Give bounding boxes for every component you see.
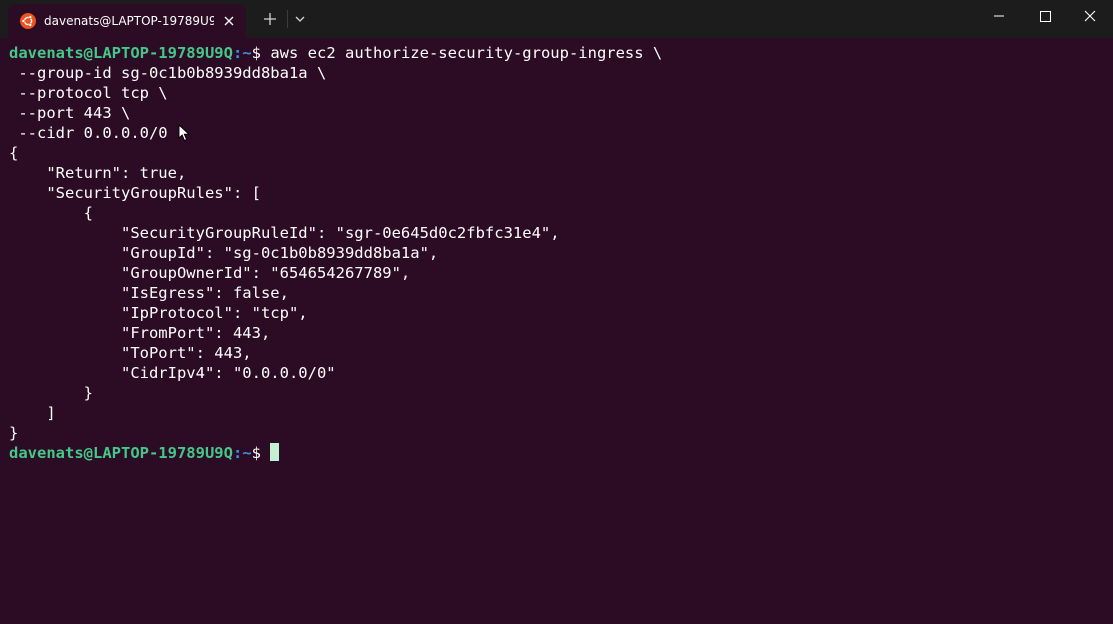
continuation-line: --cidr 0.0.0.0/0 bbox=[9, 124, 168, 142]
output-line: } bbox=[9, 384, 93, 402]
maximize-icon[interactable] bbox=[1022, 0, 1068, 32]
prompt-symbol: $ bbox=[251, 44, 261, 62]
output-line: ] bbox=[9, 404, 56, 422]
command-text: aws ec2 authorize-security-group-ingress… bbox=[270, 44, 663, 62]
output-line: { bbox=[9, 204, 93, 222]
chevron-down-icon[interactable] bbox=[288, 7, 312, 31]
tab-title: davenats@LAPTOP-19789U9C bbox=[44, 14, 214, 28]
close-tab-icon[interactable] bbox=[220, 12, 238, 30]
prompt-symbol: $ bbox=[251, 444, 261, 462]
terminal-output[interactable]: davenats@LAPTOP-19789U9Q:~$ aws ec2 auth… bbox=[9, 43, 1109, 613]
command-line: davenats@LAPTOP-19789U9Q:~$ aws ec2 auth… bbox=[9, 43, 1109, 63]
output-line: "Return": true, bbox=[9, 164, 187, 182]
ubuntu-logo-icon bbox=[20, 13, 36, 29]
output-line: "GroupOwnerId": "654654267789", bbox=[9, 264, 411, 282]
output-line: "SecurityGroupRules": [ bbox=[9, 184, 261, 202]
output-line: } bbox=[9, 424, 19, 442]
prompt-user: davenats@LAPTOP-19789U9Q bbox=[9, 44, 233, 62]
minimize-icon[interactable] bbox=[976, 0, 1022, 32]
continuation-line: --group-id sg-0c1b0b8939dd8ba1a \ bbox=[9, 64, 327, 82]
prompt-path: :~ bbox=[232, 444, 252, 462]
text-cursor bbox=[270, 443, 280, 461]
output-line: "CidrIpv4": "0.0.0.0/0" bbox=[9, 364, 336, 382]
close-window-icon[interactable] bbox=[1067, 0, 1113, 32]
continuation-line: --port 443 \ bbox=[9, 104, 131, 122]
output-line: "GroupId": "sg-0c1b0b8939dd8ba1a", bbox=[9, 244, 439, 262]
output-line: "FromPort": 443, bbox=[9, 324, 271, 342]
output-line: "IpProtocol": "tcp", bbox=[9, 304, 308, 322]
output-line: "ToPort": 443, bbox=[9, 344, 252, 362]
prompt-user: davenats@LAPTOP-19789U9Q bbox=[9, 444, 233, 462]
output-line: "IsEgress": false, bbox=[9, 284, 289, 302]
output-line: { bbox=[9, 144, 19, 162]
prompt-path: :~ bbox=[232, 44, 252, 62]
mouse-pointer-icon bbox=[178, 123, 190, 142]
title-bar: davenats@LAPTOP-19789U9C bbox=[0, 0, 1113, 38]
continuation-line: --protocol tcp \ bbox=[9, 84, 168, 102]
new-tab-plus-icon[interactable] bbox=[258, 7, 282, 31]
terminal-tab[interactable]: davenats@LAPTOP-19789U9C bbox=[8, 4, 246, 38]
prompt-line[interactable]: davenats@LAPTOP-19789U9Q:~$ bbox=[9, 443, 1109, 463]
output-line: "SecurityGroupRuleId": "sgr-0e645d0c2fbf… bbox=[9, 224, 560, 242]
